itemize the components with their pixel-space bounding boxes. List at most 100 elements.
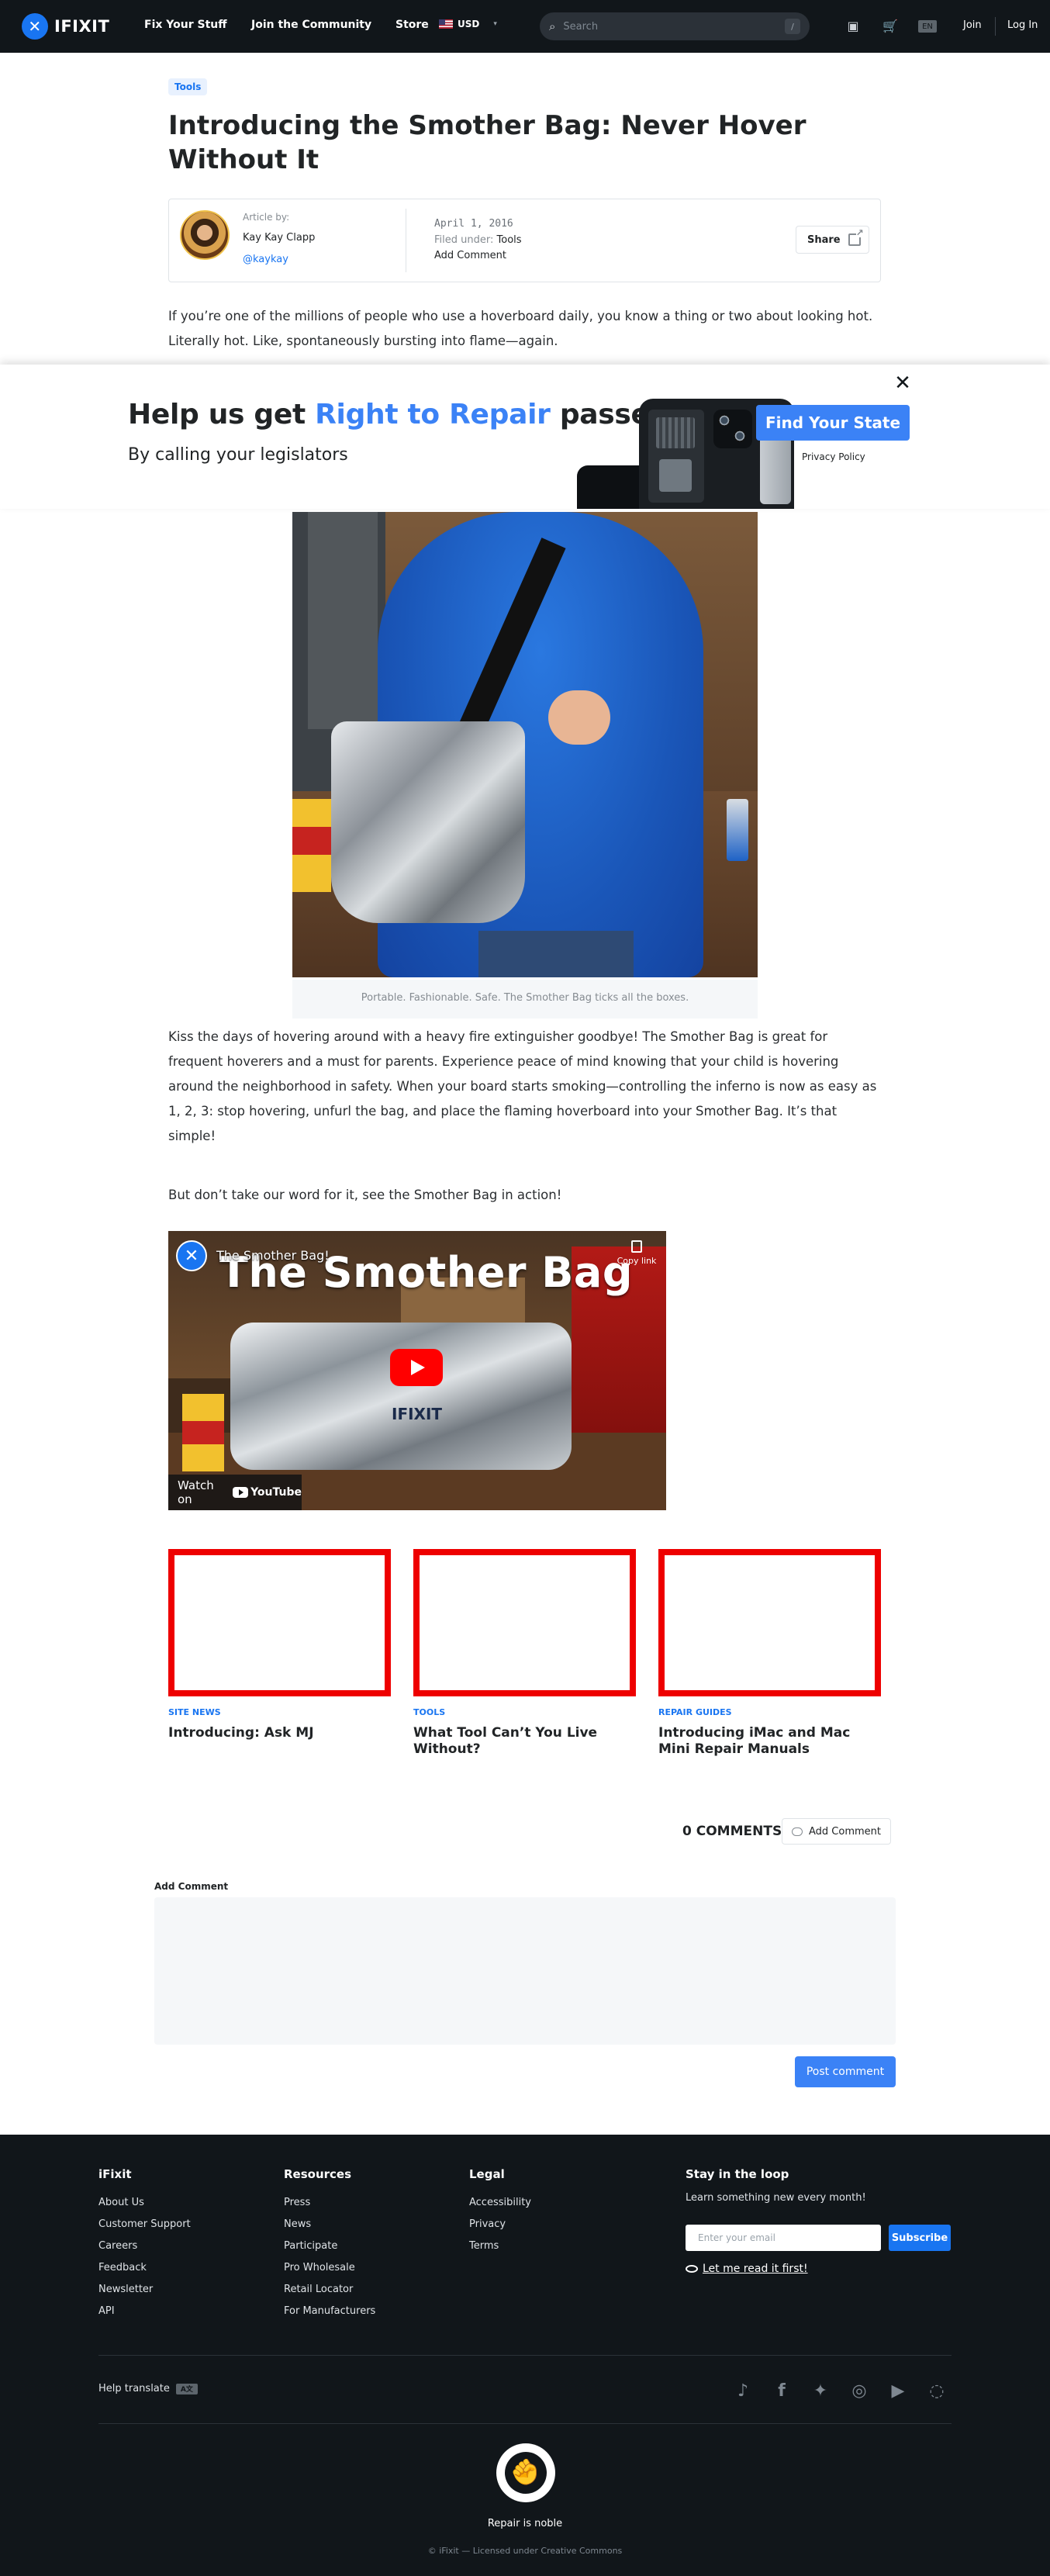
- cart-icon[interactable]: 🛒: [881, 17, 900, 34]
- footer-column-legal: Legal Accessibility Privacy Terms: [469, 2167, 531, 2257]
- play-button[interactable]: [390, 1349, 443, 1386]
- site-footer: iFixit About Us Customer Support Careers…: [0, 2135, 1050, 2576]
- translate-icon: A文: [175, 2383, 198, 2394]
- footer-link[interactable]: For Manufacturers: [284, 2301, 375, 2322]
- article-body-paragraph-1: Kiss the days of hovering around with a …: [168, 1029, 877, 1143]
- author-handle[interactable]: @kaykay: [243, 254, 288, 265]
- copy-link-button[interactable]: Copy link: [615, 1240, 658, 1266]
- share-button[interactable]: Share: [796, 226, 869, 254]
- footer-link[interactable]: Accessibility: [469, 2192, 531, 2214]
- footer-newsletter: Stay in the loop Learn something new eve…: [686, 2167, 866, 2215]
- footer-link[interactable]: Terms: [469, 2235, 531, 2257]
- footer-link[interactable]: Feedback: [98, 2257, 191, 2279]
- nav-fix-your-stuff[interactable]: Fix Your Stuff: [144, 19, 227, 31]
- footer-motto: Repair is noble: [487, 2518, 563, 2529]
- article-body-paragraph-2: But don’t take our word for it, see the …: [168, 1188, 562, 1202]
- related-article-title[interactable]: Introducing: Ask MJ: [168, 1725, 391, 1741]
- chevron-down-icon: ▾: [493, 20, 497, 28]
- newsletter-description: Learn something new every month!: [686, 2192, 866, 2204]
- youtube-icon[interactable]: ▶: [887, 2380, 909, 2401]
- footer-heading: Legal: [469, 2167, 505, 2181]
- banner-heading-pre: Help us get: [128, 399, 316, 430]
- search-input[interactable]: [563, 20, 765, 33]
- filed-under-value[interactable]: Tools: [497, 234, 522, 246]
- footer-link[interactable]: Participate: [284, 2235, 375, 2257]
- add-comment-button[interactable]: Add Comment: [782, 1818, 891, 1845]
- related-article-category[interactable]: TOOLS: [413, 1707, 636, 1717]
- author-name[interactable]: Kay Kay Clapp: [243, 232, 315, 244]
- footer-link[interactable]: Press: [284, 2192, 375, 2214]
- related-article-thumbnail[interactable]: [413, 1549, 636, 1696]
- repair-manifesto-logo[interactable]: ✊: [496, 2443, 555, 2502]
- facebook-icon[interactable]: f: [771, 2380, 793, 2401]
- footer-link[interactable]: Pro Wholesale: [284, 2257, 375, 2279]
- help-translate-label: Help translate: [98, 2383, 170, 2394]
- instagram-icon[interactable]: ◎: [848, 2380, 870, 2401]
- comments-count: 0 COMMENTS: [682, 1824, 782, 1839]
- toolbox-icon[interactable]: ▣: [844, 17, 862, 34]
- related-article-title[interactable]: Introducing iMac and Mac Mini Repair Man…: [658, 1725, 881, 1758]
- youtube-icon: [233, 1487, 249, 1498]
- repair-org-icon[interactable]: ◌: [926, 2380, 948, 2401]
- watch-on-youtube-button[interactable]: Watch on YouTube: [168, 1475, 302, 1510]
- youtube-logo: YouTube: [233, 1486, 302, 1499]
- copy-icon: [631, 1240, 642, 1253]
- footer-link[interactable]: API: [98, 2301, 191, 2322]
- nav-join-community[interactable]: Join the Community: [251, 19, 371, 31]
- related-article-card[interactable]: TOOLS What Tool Can’t You Live Without?: [413, 1549, 636, 1758]
- newsletter-email-input[interactable]: [686, 2225, 881, 2251]
- help-translate-link[interactable]: Help translate A文: [98, 2383, 198, 2394]
- banner-subheading: By calling your legislators: [128, 445, 348, 465]
- channel-icon[interactable]: ✕: [176, 1240, 207, 1271]
- find-your-state-button[interactable]: Find Your State: [756, 405, 910, 441]
- related-article-card[interactable]: REPAIR GUIDES Introducing iMac and Mac M…: [658, 1549, 881, 1758]
- related-article-thumbnail[interactable]: [658, 1549, 881, 1696]
- youtube-video-embed[interactable]: The Smother Bag ✕ The Smother Bag! Copy …: [168, 1231, 666, 1510]
- byline-label: Article by:: [243, 212, 290, 223]
- post-comment-button[interactable]: Post comment: [795, 2056, 896, 2087]
- footer-column-ifixit: iFixit About Us Customer Support Careers…: [98, 2167, 191, 2322]
- author-avatar[interactable]: [180, 210, 230, 260]
- add-comment-button-label: Add Comment: [809, 1825, 881, 1838]
- footer-link[interactable]: Newsletter: [98, 2279, 191, 2301]
- publish-date: April 1, 2016: [434, 218, 513, 230]
- twitter-icon[interactable]: ✦: [810, 2380, 831, 2401]
- tiktok-icon[interactable]: ♪: [732, 2380, 754, 2401]
- footer-copyright[interactable]: © iFixit — Licensed under Creative Commo…: [0, 2546, 1050, 2556]
- footer-link[interactable]: Privacy: [469, 2214, 531, 2235]
- related-article-category[interactable]: SITE NEWS: [168, 1707, 391, 1717]
- footer-link[interactable]: News: [284, 2214, 375, 2235]
- share-label: Share: [807, 233, 841, 246]
- footer-divider: [98, 2423, 952, 2424]
- subscribe-button[interactable]: Subscribe: [889, 2225, 951, 2251]
- nav-store[interactable]: Store: [395, 19, 429, 31]
- footer-link[interactable]: About Us: [98, 2192, 191, 2214]
- related-article-title[interactable]: What Tool Can’t You Live Without?: [413, 1725, 636, 1758]
- comment-textarea[interactable]: [154, 1897, 896, 2045]
- login-link[interactable]: Log In: [1007, 19, 1038, 31]
- read-it-first-label: Let me read it first!: [703, 2263, 808, 2275]
- footer-link[interactable]: Careers: [98, 2235, 191, 2257]
- related-article-category[interactable]: REPAIR GUIDES: [658, 1707, 881, 1717]
- join-link[interactable]: Join: [963, 19, 982, 31]
- footer-link[interactable]: Retail Locator: [284, 2279, 375, 2301]
- ifixit-logo[interactable]: ✕ IFIXIT: [22, 13, 109, 40]
- us-flag-icon: [439, 19, 453, 29]
- video-title[interactable]: The Smother Bag!: [216, 1248, 330, 1263]
- privacy-policy-link[interactable]: Privacy Policy: [802, 451, 865, 462]
- search-icon: ⌕: [549, 19, 556, 33]
- copy-link-label: Copy link: [617, 1256, 657, 1266]
- search-bar[interactable]: ⌕ /: [540, 12, 810, 40]
- footer-link[interactable]: Customer Support: [98, 2214, 191, 2235]
- byline-add-comment-link[interactable]: Add Comment: [434, 250, 506, 261]
- read-it-first-link[interactable]: Let me read it first!: [686, 2263, 808, 2275]
- related-article-card[interactable]: SITE NEWS Introducing: Ask MJ: [168, 1549, 391, 1741]
- related-article-thumbnail[interactable]: [168, 1549, 391, 1696]
- footer-column-resources: Resources Press News Participate Pro Who…: [284, 2167, 375, 2322]
- language-selector[interactable]: EN: [918, 20, 937, 33]
- currency-selector[interactable]: USD ▾: [439, 19, 497, 29]
- close-icon[interactable]: ✕: [893, 373, 912, 393]
- article-category-tag[interactable]: Tools: [168, 78, 208, 95]
- filed-under: Filed under: Tools: [434, 234, 522, 246]
- article-intro: If you’re one of the millions of people …: [168, 309, 873, 348]
